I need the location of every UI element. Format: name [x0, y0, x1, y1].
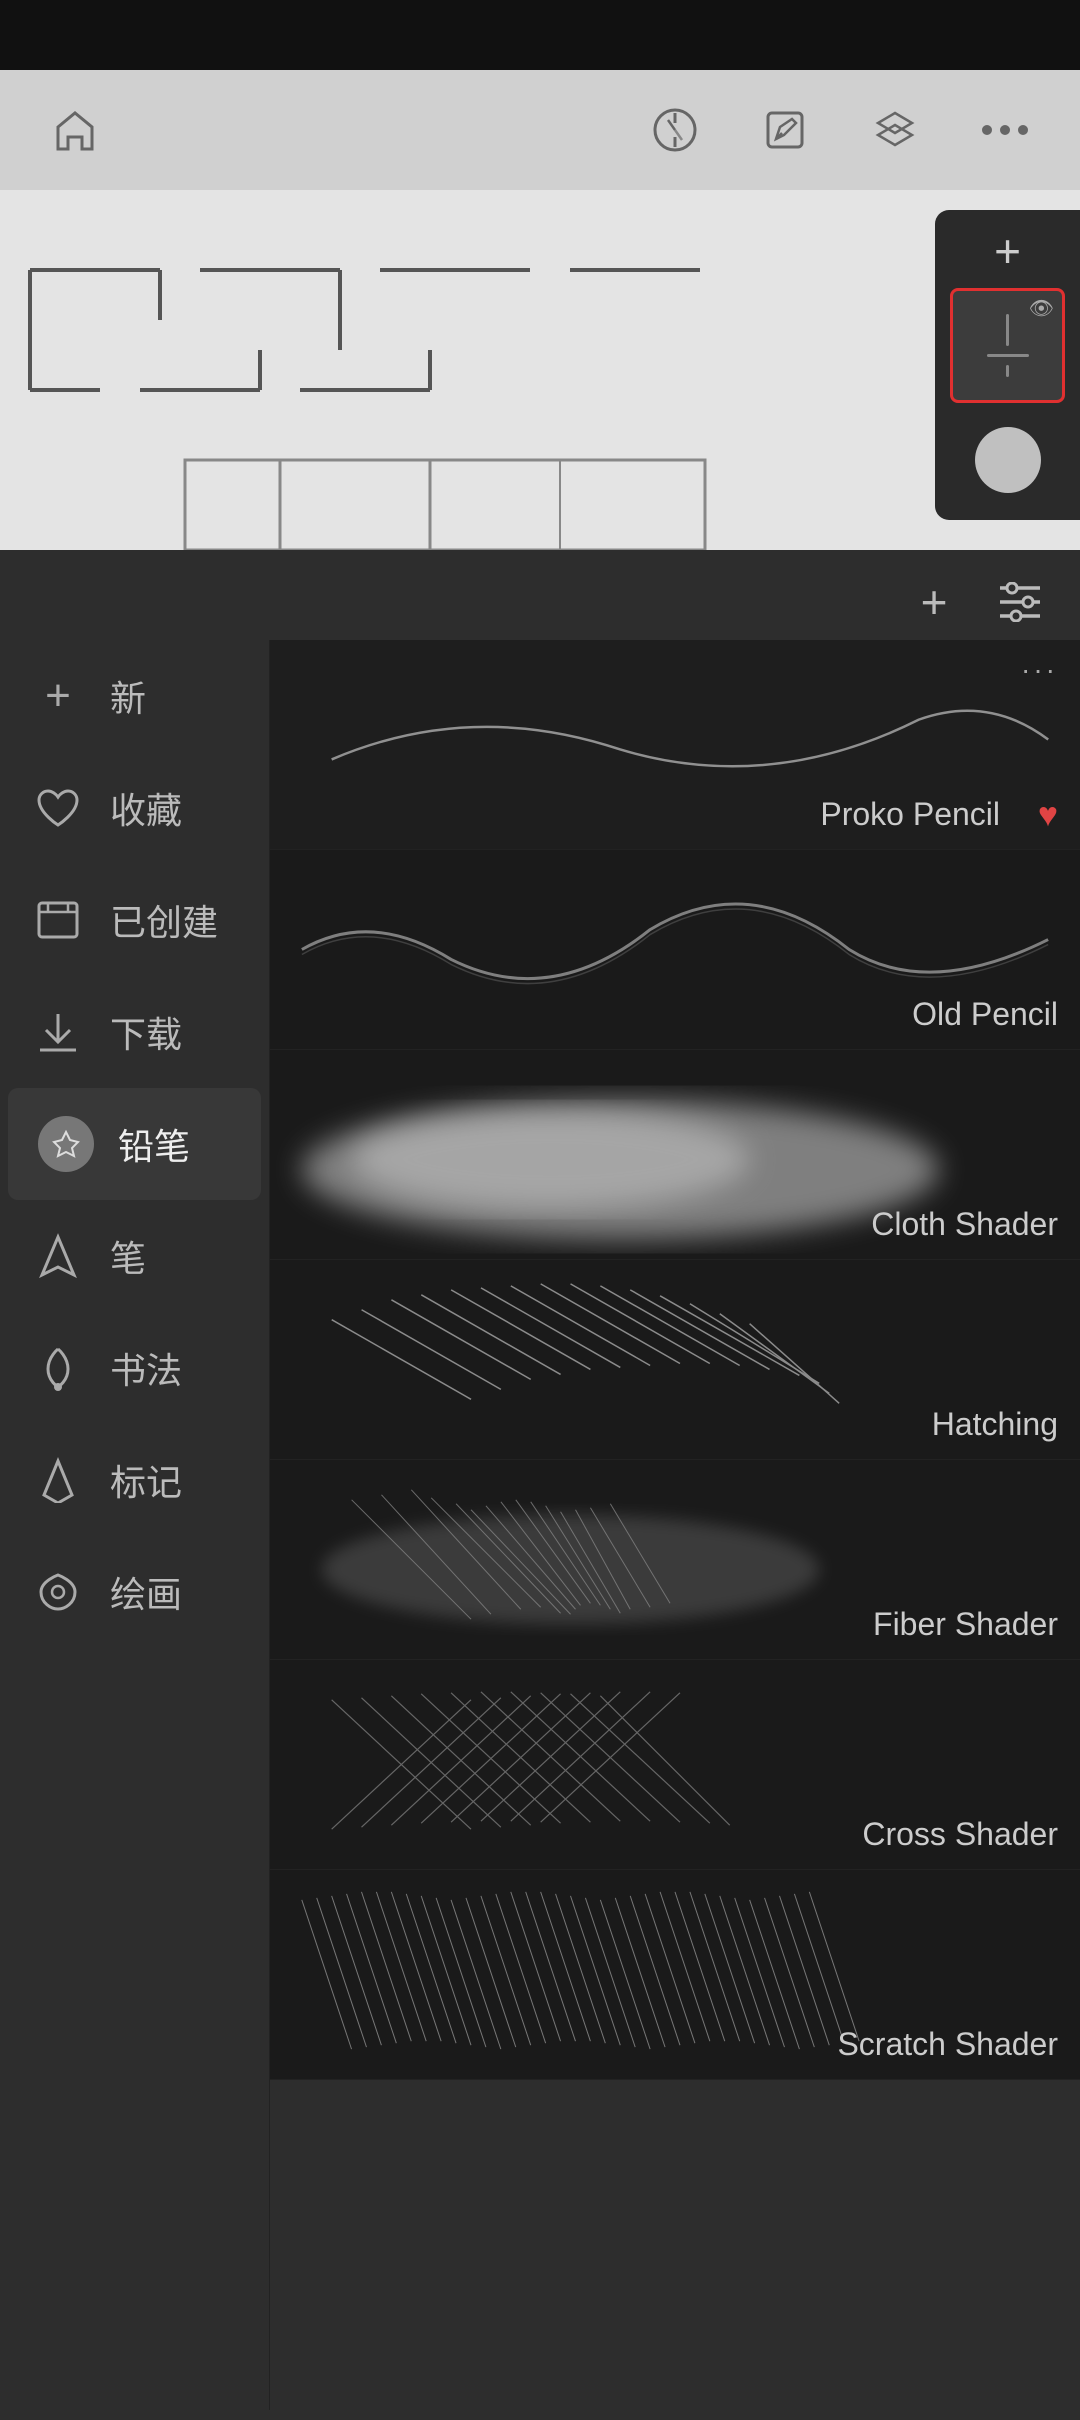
download-label: 下载	[110, 1006, 182, 1058]
home-icon	[50, 105, 100, 155]
brush-item-cross-shader[interactable]: Cross Shader	[270, 1660, 1080, 1870]
pencil-category-icon	[38, 1116, 94, 1172]
calligraphy-icon	[30, 1340, 86, 1396]
brush-item-old-pencil[interactable]: Old Pencil	[270, 850, 1080, 1050]
layers-button[interactable]	[860, 95, 930, 165]
sidebar-item-new[interactable]: + 新	[0, 640, 269, 752]
brush-item-scratch-shader[interactable]: Scratch Shader	[270, 1870, 1080, 2080]
add-brush-button[interactable]: +	[904, 572, 964, 632]
created-icon	[30, 892, 86, 948]
scratch-shader-name: Scratch Shader	[837, 2026, 1058, 2063]
new-icon: +	[30, 668, 86, 724]
calligraphy-label: 书法	[110, 1342, 182, 1394]
sidebar-item-painting[interactable]: 绘画	[0, 1536, 269, 1648]
sidebar-item-created[interactable]: 已创建	[0, 864, 269, 976]
floor-plan	[0, 190, 1080, 550]
brush-item-proko-pencil[interactable]: ··· Proko Pencil ♥	[270, 640, 1080, 850]
proko-pencil-name: Proko Pencil	[820, 796, 1000, 833]
layers-icon	[870, 105, 920, 155]
sidebar-item-favorites[interactable]: 收藏	[0, 752, 269, 864]
marker-label: 标记	[110, 1454, 182, 1506]
cloth-shader-name: Cloth Shader	[871, 1206, 1058, 1243]
layer-thumbnail[interactable]: 👁	[950, 288, 1065, 403]
panel-header: +	[0, 550, 1080, 640]
painting-icon	[30, 1564, 86, 1620]
sidebar-item-marker[interactable]: 标记	[0, 1424, 269, 1536]
favorites-label: 收藏	[110, 782, 182, 834]
brush-item-hatching[interactable]: Hatching	[270, 1260, 1080, 1460]
brush-item-cloth-shader[interactable]: Cloth Shader	[270, 1050, 1080, 1260]
canvas-area: + 👁	[0, 190, 1080, 550]
layer-panel: + 👁	[935, 210, 1080, 520]
brush-more-menu[interactable]: ···	[1021, 654, 1058, 686]
pen-icon	[30, 1228, 86, 1284]
more-icon	[980, 123, 1030, 137]
compass-icon	[650, 105, 700, 155]
add-layer-button[interactable]: +	[994, 228, 1021, 274]
sidebar-item-calligraphy[interactable]: 书法	[0, 1312, 269, 1424]
filter-icon	[998, 582, 1042, 622]
more-button[interactable]	[970, 95, 1040, 165]
fiber-shader-name: Fiber Shader	[873, 1606, 1058, 1643]
favorites-icon	[30, 780, 86, 836]
brush-list: ··· Proko Pencil ♥ Old Pencil	[270, 640, 1080, 2410]
edit-button[interactable]	[750, 95, 820, 165]
painting-label: 绘画	[110, 1566, 182, 1618]
proko-heart-icon[interactable]: ♥	[1038, 796, 1058, 835]
category-sidebar: + 新 收藏	[0, 640, 270, 2410]
cross-shader-name: Cross Shader	[862, 1816, 1058, 1853]
eye-icon: 👁	[1029, 296, 1054, 321]
edit-icon	[760, 105, 810, 155]
brush-item-fiber-shader[interactable]: Fiber Shader	[270, 1460, 1080, 1660]
sidebar-item-pen[interactable]: 笔	[0, 1200, 269, 1312]
created-label: 已创建	[110, 894, 218, 946]
pen-label: 笔	[110, 1230, 146, 1282]
panel-body: + 新 收藏	[0, 640, 1080, 2410]
old-pencil-name: Old Pencil	[912, 996, 1058, 1033]
download-icon	[30, 1004, 86, 1060]
pencil-category-label: 铅笔	[118, 1118, 190, 1170]
sidebar-item-pencil[interactable]: 铅笔	[8, 1088, 261, 1200]
toolbar	[0, 70, 1080, 190]
color-circle[interactable]	[975, 427, 1041, 493]
marker-icon	[30, 1452, 86, 1508]
filter-button[interactable]	[990, 572, 1050, 632]
brush-panel: + + 新	[0, 550, 1080, 2420]
status-bar	[0, 0, 1080, 70]
hatching-name: Hatching	[932, 1406, 1058, 1443]
compass-button[interactable]	[640, 95, 710, 165]
new-label: 新	[110, 670, 146, 722]
home-button[interactable]	[40, 95, 110, 165]
sidebar-item-download[interactable]: 下载	[0, 976, 269, 1088]
